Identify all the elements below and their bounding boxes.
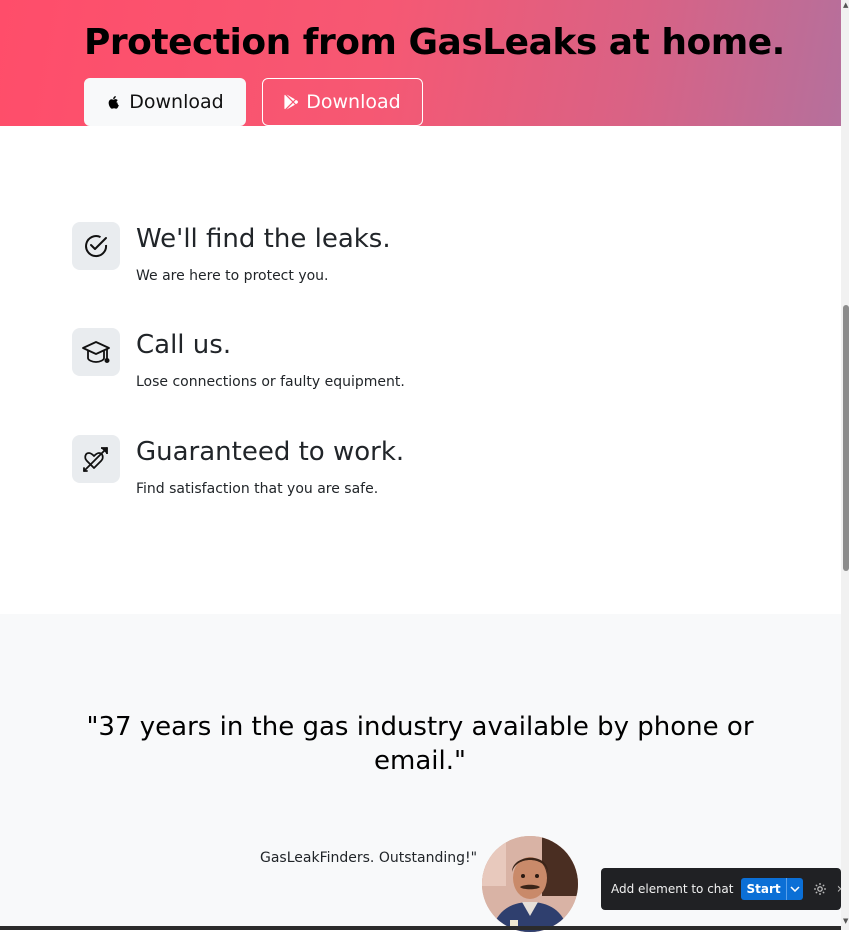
- chevron-right-icon[interactable]: ›: [837, 881, 843, 897]
- google-play-download-button[interactable]: Download: [262, 78, 423, 126]
- heart-arrow-icon: [72, 435, 120, 483]
- feature-item: We'll find the leaks. We are here to pro…: [72, 222, 572, 286]
- scroll-up-icon[interactable]: ▲: [843, 2, 848, 9]
- start-button-label: Start: [746, 882, 781, 896]
- hero-title: Protection from GasLeaks at home.: [84, 22, 785, 63]
- add-element-to-chat-label: Add element to chat: [611, 882, 734, 896]
- feature-text: Lose connections or faulty equipment.: [136, 374, 405, 390]
- add-element-to-chat-toolbar: Add element to chat Start ›: [601, 868, 843, 910]
- feature-title: Call us.: [136, 330, 232, 360]
- feature-title: Guaranteed to work.: [136, 437, 405, 467]
- testimonial-cite: GasLeakFinders. Outstanding!": [260, 850, 478, 866]
- scrollbar-thumb[interactable]: [843, 305, 849, 571]
- app-store-button-label: Download: [129, 91, 224, 113]
- start-button[interactable]: Start: [741, 878, 803, 900]
- gear-icon[interactable]: [813, 882, 827, 896]
- graduation-cap-icon: [72, 328, 120, 376]
- apple-icon: [106, 94, 121, 110]
- hero-banner: Protection from GasLeaks at home. Downlo…: [0, 0, 841, 126]
- avatar: [482, 836, 578, 932]
- feature-item: Guaranteed to work. Find satisfaction th…: [72, 435, 572, 499]
- testimonial-quote: "37 years in the gas industry available …: [86, 712, 754, 776]
- feature-item: Call us. Lose connections or faulty equi…: [72, 328, 572, 392]
- chevron-down-icon[interactable]: [785, 878, 803, 900]
- google-play-icon: [284, 94, 299, 110]
- app-store-download-button[interactable]: Download: [84, 78, 246, 126]
- feature-text: Find satisfaction that you are safe.: [136, 481, 379, 497]
- google-play-button-label: Download: [306, 91, 401, 113]
- features-section: We'll find the leaks. We are here to pro…: [0, 126, 841, 614]
- bottom-edge: [0, 926, 841, 930]
- feature-text: We are here to protect you.: [136, 268, 329, 284]
- scroll-down-icon[interactable]: ▼: [843, 918, 848, 925]
- feature-title: We'll find the leaks.: [136, 224, 391, 254]
- check-circle-icon: [72, 222, 120, 270]
